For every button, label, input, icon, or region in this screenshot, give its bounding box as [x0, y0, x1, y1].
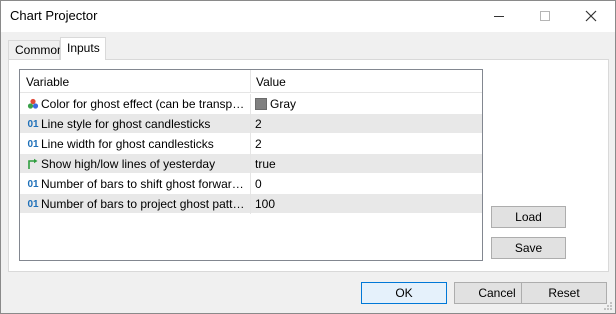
- column-divider[interactable]: [250, 70, 251, 93]
- inputs-panel: Variable Value Color for ghost effect (c…: [8, 59, 609, 272]
- close-button[interactable]: [568, 1, 614, 31]
- cell-divider: [250, 94, 251, 114]
- save-button[interactable]: Save: [491, 237, 566, 259]
- table-row[interactable]: 01 Number of bars to shift ghost forward…: [20, 174, 482, 194]
- maximize-button[interactable]: [522, 1, 568, 31]
- variable-name: Number of bars to shift ghost forward/b.…: [41, 177, 247, 191]
- cell-divider: [250, 114, 251, 134]
- color-palette-icon: [26, 98, 40, 110]
- value-cell[interactable]: Gray: [255, 94, 475, 114]
- close-icon: [585, 10, 597, 22]
- integer-icon: 01: [27, 178, 39, 190]
- title-bar: Chart Projector: [1, 1, 615, 32]
- resize-grip-icon[interactable]: [603, 301, 613, 311]
- window-title: Chart Projector: [10, 8, 98, 23]
- minimize-button[interactable]: [476, 1, 522, 31]
- cell-divider: [250, 194, 251, 214]
- value-cell[interactable]: 2: [255, 134, 475, 154]
- value-cell[interactable]: 100: [255, 194, 475, 214]
- value-cell[interactable]: 0: [255, 174, 475, 194]
- cell-divider: [250, 134, 251, 154]
- inputs-grid[interactable]: Variable Value Color for ghost effect (c…: [19, 69, 483, 261]
- column-header-value[interactable]: Value: [256, 72, 476, 92]
- variable-name: Line style for ghost candlesticks: [41, 117, 211, 131]
- variable-name: Color for ghost effect (can be transpare…: [41, 97, 247, 111]
- variable-name: Line width for ghost candlesticks: [41, 137, 214, 151]
- integer-icon: 01: [27, 198, 39, 210]
- variable-name: Number of bars to project ghost pattern.…: [41, 197, 247, 211]
- integer-icon: 01: [27, 138, 39, 150]
- value-cell[interactable]: true: [255, 154, 475, 174]
- dialog-window: Chart Projector Common Inputs Variable V…: [0, 0, 616, 314]
- maximize-icon: [540, 11, 550, 21]
- table-row[interactable]: Show high/low lines of yesterday true: [20, 154, 482, 174]
- column-header-variable[interactable]: Variable: [26, 72, 248, 92]
- cell-divider: [250, 154, 251, 174]
- cell-divider: [250, 174, 251, 194]
- reset-button[interactable]: Reset: [521, 282, 607, 304]
- ok-button[interactable]: OK: [361, 282, 447, 304]
- boolean-arrow-icon: [26, 158, 40, 170]
- tab-common[interactable]: Common: [8, 40, 64, 60]
- load-button[interactable]: Load: [491, 206, 566, 228]
- value-text: Gray: [270, 97, 297, 111]
- variable-name: Show high/low lines of yesterday: [41, 157, 216, 171]
- table-row[interactable]: 01 Line style for ghost candlesticks 2: [20, 114, 482, 134]
- minimize-icon: [494, 15, 504, 17]
- integer-icon: 01: [27, 118, 39, 130]
- tab-inputs[interactable]: Inputs: [60, 37, 106, 60]
- table-row[interactable]: 01 Number of bars to project ghost patte…: [20, 194, 482, 214]
- value-cell[interactable]: 2: [255, 114, 475, 134]
- table-row[interactable]: Color for ghost effect (can be transpare…: [20, 94, 482, 114]
- grid-header: Variable Value: [20, 70, 482, 93]
- color-swatch: [255, 98, 267, 110]
- table-row[interactable]: 01 Line width for ghost candlesticks 2: [20, 134, 482, 154]
